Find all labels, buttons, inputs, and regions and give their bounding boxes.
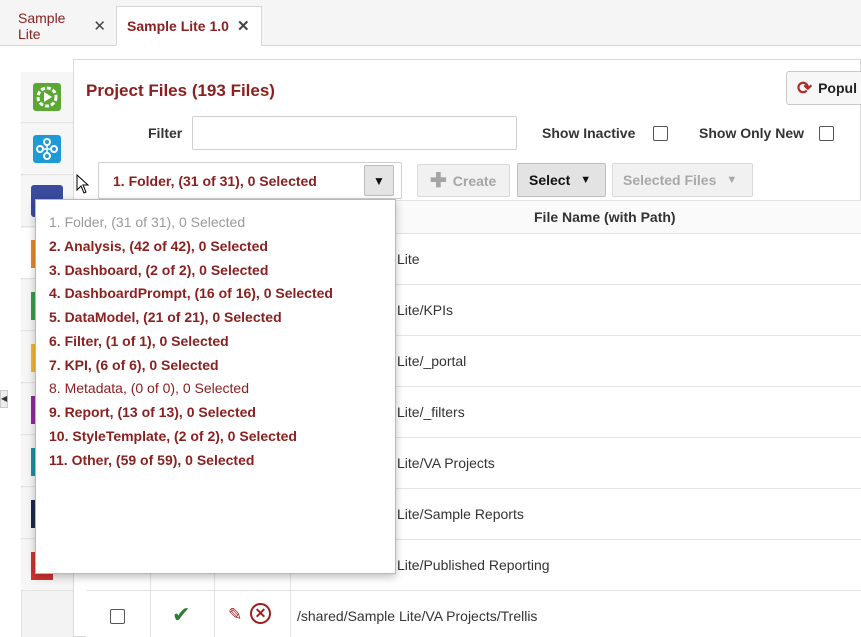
play-gear-icon bbox=[33, 83, 61, 111]
dropdown-option-other[interactable]: 11. Other, (59 of 59), 0 Selected bbox=[49, 452, 254, 468]
dropdown-arrow-icon[interactable]: ▼ bbox=[364, 165, 394, 196]
caret-down-icon: ▼ bbox=[580, 174, 592, 186]
dropdown-option-analysis[interactable]: 2. Analysis, (42 of 42), 0 Selected bbox=[49, 238, 268, 254]
dropdown-option-datamodel[interactable]: 5. DataModel, (21 of 21), 0 Selected bbox=[49, 309, 282, 325]
show-inactive-checkbox[interactable] bbox=[653, 126, 668, 141]
collapse-left-arrow-icon[interactable]: ◀ bbox=[0, 390, 8, 408]
filter-label: Filter bbox=[148, 125, 183, 141]
file-path: Lite/Sample Reports bbox=[397, 506, 524, 522]
plus-icon: ✚ bbox=[430, 170, 447, 192]
select-button[interactable]: Select ▼ bbox=[517, 163, 606, 197]
dropdown-option-filter[interactable]: 6. Filter, (1 of 1), 0 Selected bbox=[49, 333, 229, 349]
show-only-new-checkbox[interactable] bbox=[819, 126, 834, 141]
cell-divider bbox=[214, 591, 215, 637]
selected-files-label: Selected Files bbox=[623, 172, 717, 188]
populate-label: Popul bbox=[818, 80, 857, 96]
dropdown-option-folder[interactable]: 1. Folder, (31 of 31), 0 Selected bbox=[49, 214, 245, 230]
close-icon[interactable]: ✕ bbox=[93, 17, 106, 35]
file-path: /shared/Sample Lite/VA Projects/Trellis bbox=[297, 608, 538, 624]
tab-label: Sample Lite 1.0 bbox=[127, 18, 229, 34]
nav-item-run[interactable] bbox=[21, 72, 73, 123]
dropdown-option-metadata[interactable]: 8. Metadata, (0 of 0), 0 Selected bbox=[49, 380, 249, 396]
edit-pencil-icon[interactable]: ✎ bbox=[228, 605, 242, 625]
show-inactive-label: Show Inactive bbox=[542, 125, 636, 141]
table-row[interactable]: ✔ ✎ ✕ /shared/Sample Lite/VA Projects/Tr… bbox=[86, 591, 861, 637]
file-path: Lite/KPIs bbox=[397, 302, 454, 318]
active-check-icon: ✔ bbox=[172, 602, 191, 627]
populate-button[interactable]: ⟳ Popul bbox=[786, 71, 861, 105]
create-label: Create bbox=[452, 172, 497, 189]
row-checkbox[interactable] bbox=[110, 609, 125, 624]
show-only-new-label: Show Only New bbox=[699, 125, 805, 141]
cell-divider bbox=[150, 591, 151, 637]
tab-sample-lite[interactable]: Sample Lite ✕ bbox=[8, 6, 116, 46]
selected-files-button[interactable]: Selected Files ▼ bbox=[612, 163, 753, 197]
file-type-select-value: 1. Folder, (31 of 31), 0 Selected bbox=[113, 172, 317, 189]
select-label: Select bbox=[529, 172, 571, 188]
file-type-dropdown-menu: 1. Folder, (31 of 31), 0 Selected 2. Ana… bbox=[35, 199, 396, 574]
file-type-select[interactable]: 1. Folder, (31 of 31), 0 Selected ▼ bbox=[98, 162, 402, 199]
create-button[interactable]: ✚ Create bbox=[417, 164, 510, 197]
filter-input[interactable] bbox=[192, 116, 517, 150]
caret-down-icon: ▼ bbox=[726, 174, 738, 186]
tab-bar: Sample Lite ✕ Sample Lite 1.0 ✕ bbox=[0, 0, 861, 46]
cell-divider bbox=[290, 591, 291, 637]
dropdown-option-kpi[interactable]: 7. KPI, (6 of 6), 0 Selected bbox=[49, 357, 219, 373]
refresh-icon: ⟳ bbox=[797, 77, 813, 98]
tab-sample-lite-1-0[interactable]: Sample Lite 1.0 ✕ bbox=[116, 6, 262, 46]
file-path: Lite/_portal bbox=[397, 353, 467, 369]
column-header-file-name[interactable]: File Name (with Path) bbox=[534, 209, 676, 225]
network-node-icon bbox=[33, 135, 61, 163]
mouse-cursor-icon bbox=[76, 174, 90, 194]
file-path: Lite/_filters bbox=[397, 404, 465, 420]
page-title: Project Files (193 Files) bbox=[86, 81, 275, 100]
dropdown-option-dashboardprompt[interactable]: 4. DashboardPrompt, (16 of 16), 0 Select… bbox=[49, 285, 333, 301]
file-path: Lite/Published Reporting bbox=[397, 557, 550, 573]
file-path: Lite/VA Projects bbox=[397, 455, 495, 471]
delete-circle-icon[interactable]: ✕ bbox=[250, 603, 271, 624]
dropdown-option-dashboard[interactable]: 3. Dashboard, (2 of 2), 0 Selected bbox=[49, 262, 268, 278]
nav-item-network[interactable] bbox=[21, 124, 73, 175]
dropdown-option-report[interactable]: 9. Report, (13 of 13), 0 Selected bbox=[49, 404, 256, 420]
tab-label: Sample Lite bbox=[18, 10, 66, 42]
close-icon[interactable]: ✕ bbox=[237, 17, 250, 35]
dropdown-option-styletemplate[interactable]: 10. StyleTemplate, (2 of 2), 0 Selected bbox=[49, 428, 297, 444]
file-path: Lite bbox=[397, 251, 420, 267]
